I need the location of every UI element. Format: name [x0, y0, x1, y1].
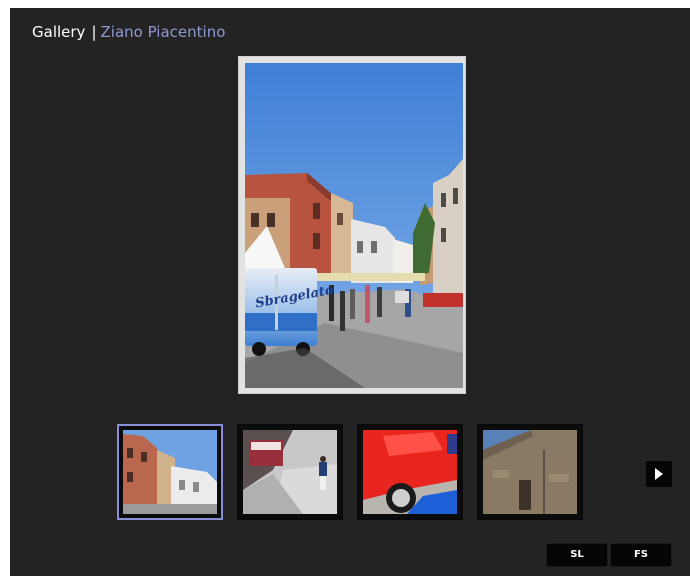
thumbnail-4[interactable] [477, 424, 583, 520]
thumbnail-2[interactable] [237, 424, 343, 520]
play-right-icon [655, 468, 663, 480]
thumbnail-3[interactable] [357, 424, 463, 520]
next-thumbnails-button[interactable] [646, 461, 672, 487]
header-separator: | [91, 23, 97, 41]
thumbnail-image [363, 430, 457, 514]
gallery-container: Gallery | Ziano Piacentino Sbragelato SL… [10, 8, 690, 576]
thumbnail-image [123, 430, 217, 514]
gallery-label[interactable]: Gallery [32, 23, 85, 41]
album-title-link[interactable]: Ziano Piacentino [101, 23, 226, 41]
thumbnail-image [243, 430, 337, 514]
thumbnail-image [483, 430, 577, 514]
gallery-header: Gallery | Ziano Piacentino [32, 22, 225, 42]
fullscreen-button[interactable]: FS [610, 543, 672, 567]
slideshow-button[interactable]: SL [546, 543, 608, 567]
thumbnail-1[interactable] [117, 424, 223, 520]
main-photo-frame: Sbragelato [238, 56, 466, 394]
main-photo[interactable]: Sbragelato [245, 63, 463, 388]
